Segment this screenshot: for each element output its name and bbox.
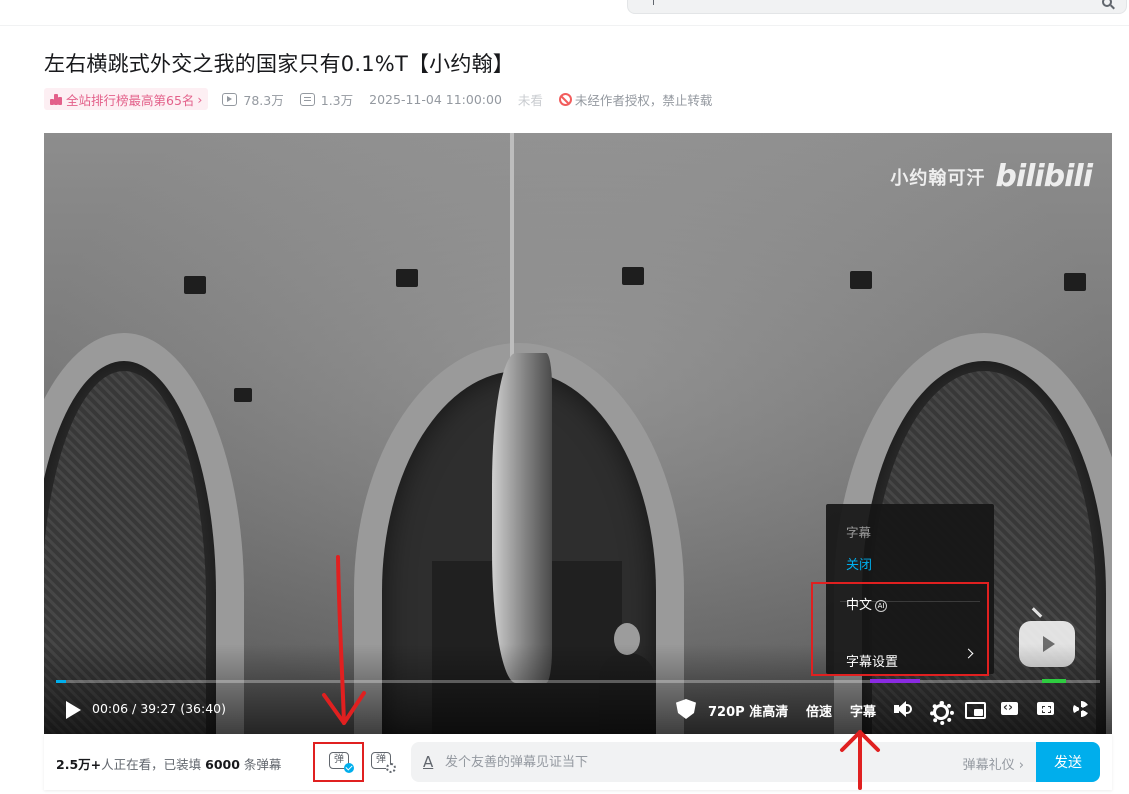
annotation-highlight-box xyxy=(313,742,364,782)
play-count-icon xyxy=(222,92,238,106)
publish-time: 2025-11-04 11:00:00 xyxy=(369,91,502,107)
danmaku-icon xyxy=(299,92,315,106)
settings-gear-icon[interactable] xyxy=(928,699,954,725)
rank-badge[interactable]: 全站排行榜最高第65名 › xyxy=(44,88,209,110)
time-current: 00:06 xyxy=(92,701,129,716)
gear-icon xyxy=(386,763,396,773)
uploader-watermark: 小约翰可汗 bilibili xyxy=(890,159,1093,194)
loaded-suffix: 条弹幕 xyxy=(243,757,282,772)
danmaku-count: 1.3万 xyxy=(299,90,354,109)
viewer-info: 2.5万+人正在看，已装填 6000 条弹幕 xyxy=(56,754,281,773)
annotation-down-arrow xyxy=(322,555,366,725)
time-display: 00:06 / 39:27 (36:40) xyxy=(92,701,226,716)
chevron-right-icon: › xyxy=(197,91,203,107)
time-separator: / xyxy=(132,701,137,716)
copyright-notice: 未经作者授权，禁止转载 xyxy=(558,90,713,109)
annotation-up-arrow xyxy=(840,730,880,790)
danmaku-bar: 2.5万+人正在看，已装填 6000 条弹幕 弹 弹 A 弹幕礼仪 › 发送 xyxy=(44,734,1112,790)
subtitle-button[interactable]: 字幕 xyxy=(850,701,876,720)
web-fullscreen-icon[interactable] xyxy=(1036,699,1056,719)
highlight-marker xyxy=(870,679,920,683)
progress-fill xyxy=(56,680,67,683)
danmaku-etiquette-link[interactable]: 弹幕礼仪 › xyxy=(963,754,1024,773)
loaded-count: 6000 xyxy=(205,757,240,772)
quality-button[interactable]: 720P 准高清 xyxy=(708,701,788,720)
rank-badge-label: 全站排行榜最高第65名 xyxy=(66,92,195,108)
viewers-text: 人正在看，已装填 xyxy=(101,757,202,772)
text-caret xyxy=(653,0,654,5)
view-count: 78.3万 xyxy=(222,90,284,109)
danmaku-settings[interactable]: 弹 xyxy=(371,750,396,773)
watermark-author: 小约翰可汗 xyxy=(890,167,986,189)
video-meta: 全站排行榜最高第65名 › 78.3万 1.3万 2025-11-04 11:0… xyxy=(44,88,712,110)
time-total: 39:27 (36:40) xyxy=(140,701,226,716)
search-icon[interactable] xyxy=(1102,0,1112,7)
etiquette-label: 弹幕礼仪 xyxy=(962,758,1015,773)
fullscreen-radiation-icon[interactable] xyxy=(1071,699,1091,719)
viewers-count: 2.5万+ xyxy=(56,757,102,772)
subtitle-off-option[interactable]: 关闭 xyxy=(846,554,872,573)
shield-icon[interactable] xyxy=(676,699,696,719)
search-input[interactable] xyxy=(627,0,1127,14)
progress-bar[interactable] xyxy=(56,679,1100,683)
video-title: 左右横跳式外交之我的国家只有0.1%T【小约翰】 xyxy=(44,52,514,76)
speed-button[interactable]: 倍速 xyxy=(806,701,832,720)
annotation-highlight-box xyxy=(811,582,989,676)
bilibili-logo: bilibili xyxy=(995,159,1093,194)
widescreen-icon[interactable] xyxy=(1000,699,1020,719)
control-bar: 00:06 / 39:27 (36:40) 720P 准高清 倍速 字幕 xyxy=(44,695,1112,725)
danmaku-input-wrap: A 弹幕礼仪 › xyxy=(411,742,1036,782)
rank-icon xyxy=(50,93,62,105)
danmaku-count-label: 1.3万 xyxy=(320,92,354,108)
forbidden-icon xyxy=(558,92,572,106)
subtitle-menu-header: 字幕 xyxy=(846,525,872,540)
top-header xyxy=(0,0,1129,26)
picture-in-picture-icon[interactable] xyxy=(964,699,986,719)
play-button[interactable] xyxy=(66,701,81,719)
watch-status: 未看 xyxy=(517,92,543,108)
copyright-notice-label: 未经作者授权，禁止转载 xyxy=(574,92,713,108)
text-style-icon[interactable]: A xyxy=(423,753,433,771)
view-count-label: 78.3万 xyxy=(243,92,284,108)
volume-icon[interactable] xyxy=(892,699,912,719)
highlight-marker xyxy=(1042,679,1066,683)
send-button[interactable]: 发送 xyxy=(1036,742,1100,782)
